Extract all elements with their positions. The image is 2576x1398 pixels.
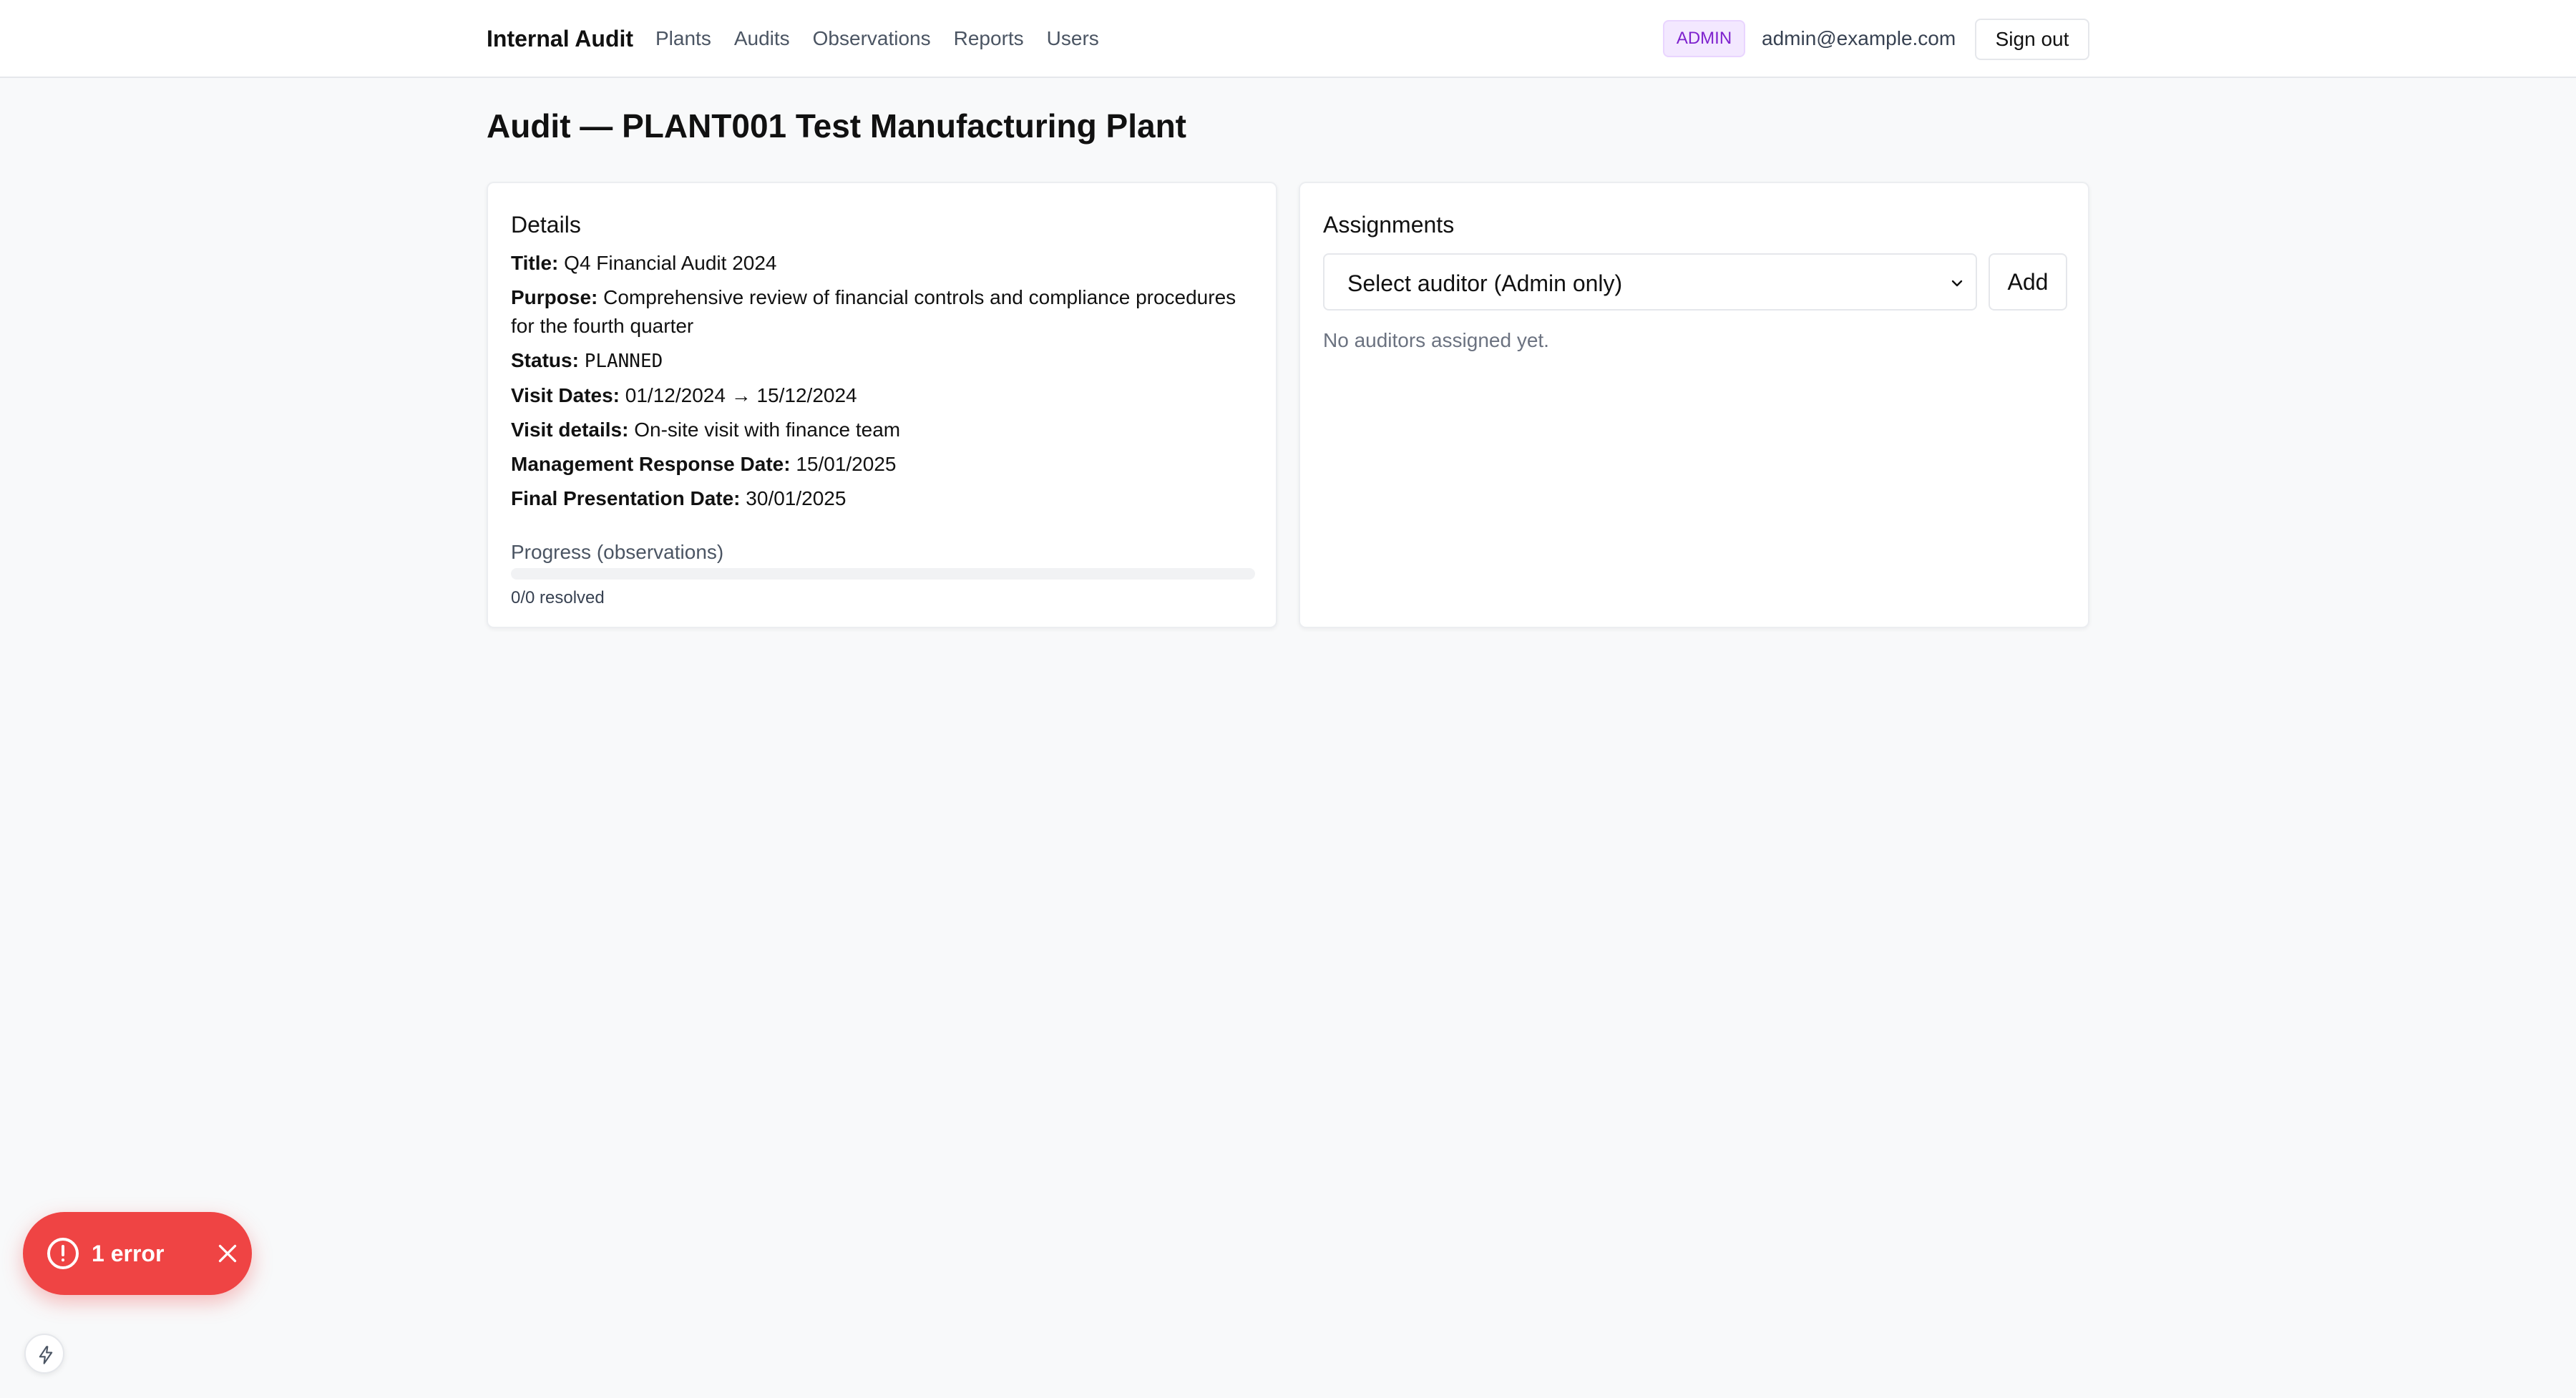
auditor-select-value: Select auditor (Admin only) [1347,270,1623,296]
detail-management-response-value: 15/01/2025 [796,453,897,475]
detail-visit-dates-value: 01/12/2024 → 15/12/2024 [625,384,857,406]
lightning-bolt-icon [39,1346,53,1364]
add-auditor-button[interactable]: Add [1989,253,2067,311]
detail-final-presentation-value: 30/01/2025 [746,487,847,509]
detail-visit-dates-label: Visit Dates: [511,384,620,406]
user-email: admin@example.com [1762,27,1956,49]
detail-visit-details: Visit details: On-site visit with financ… [511,416,1255,444]
nav-link-users[interactable]: Users [1047,23,1099,54]
detail-purpose-label: Purpose: [511,286,598,308]
chevron-down-icon [1951,280,1963,287]
details-card: Details Title: Q4 Financial Audit 2024 P… [487,182,1277,628]
assignments-heading: Assignments [1323,212,1455,238]
auditor-select[interactable]: Select auditor (Admin only) [1323,253,1977,311]
nav-link-observations[interactable]: Observations [813,23,931,54]
assignments-card: Assignments Select auditor (Admin only) … [1299,182,2089,628]
sign-out-button[interactable]: Sign out [1975,19,2089,60]
detail-title-label: Title: [511,252,559,274]
detail-management-response: Management Response Date: 15/01/2025 [511,450,1255,479]
details-heading: Details [511,212,581,238]
role-badge: ADMIN [1663,20,1745,57]
details-list: Title: Q4 Financial Audit 2024 Purpose: … [511,249,1255,519]
detail-final-presentation: Final Presentation Date: 30/01/2025 [511,484,1255,513]
detail-visit-dates: Visit Dates: 01/12/2024 → 15/12/2024 [511,381,1255,410]
nav-link-reports[interactable]: Reports [954,23,1024,54]
progress-bar [511,568,1255,580]
detail-title-value: Q4 Financial Audit 2024 [564,252,777,274]
alert-circle-icon [47,1238,79,1269]
brand-name[interactable]: Internal Audit [487,23,633,54]
page-title: Audit — PLANT001 Test Manufacturing Plan… [487,107,1186,145]
close-icon[interactable] [215,1241,240,1266]
nav-link-audits[interactable]: Audits [734,23,790,54]
progress-label: Progress (observations) [511,541,724,563]
detail-visit-details-value: On-site visit with finance team [634,419,901,441]
no-auditors-message: No auditors assigned yet. [1323,329,1549,351]
detail-status: Status: PLANNED [511,346,1255,376]
error-toast[interactable]: 1 error [23,1212,252,1295]
error-count: 1 error [92,1241,165,1266]
detail-management-response-label: Management Response Date: [511,453,791,475]
detail-status-label: Status: [511,349,579,371]
progress-count: 0/0 resolved [511,588,605,607]
top-navbar: Internal Audit Plants Audits Observation… [0,0,2576,78]
detail-purpose-value: Comprehensive review of financial contro… [511,286,1236,337]
dev-tools-button[interactable] [24,1334,64,1374]
main-nav: Plants Audits Observations Reports Users [655,23,1099,54]
detail-status-value: PLANNED [584,351,663,372]
nav-link-plants[interactable]: Plants [655,23,711,54]
detail-title: Title: Q4 Financial Audit 2024 [511,249,1255,278]
detail-purpose: Purpose: Comprehensive review of financi… [511,283,1255,341]
detail-final-presentation-label: Final Presentation Date: [511,487,741,509]
detail-visit-details-label: Visit details: [511,419,629,441]
